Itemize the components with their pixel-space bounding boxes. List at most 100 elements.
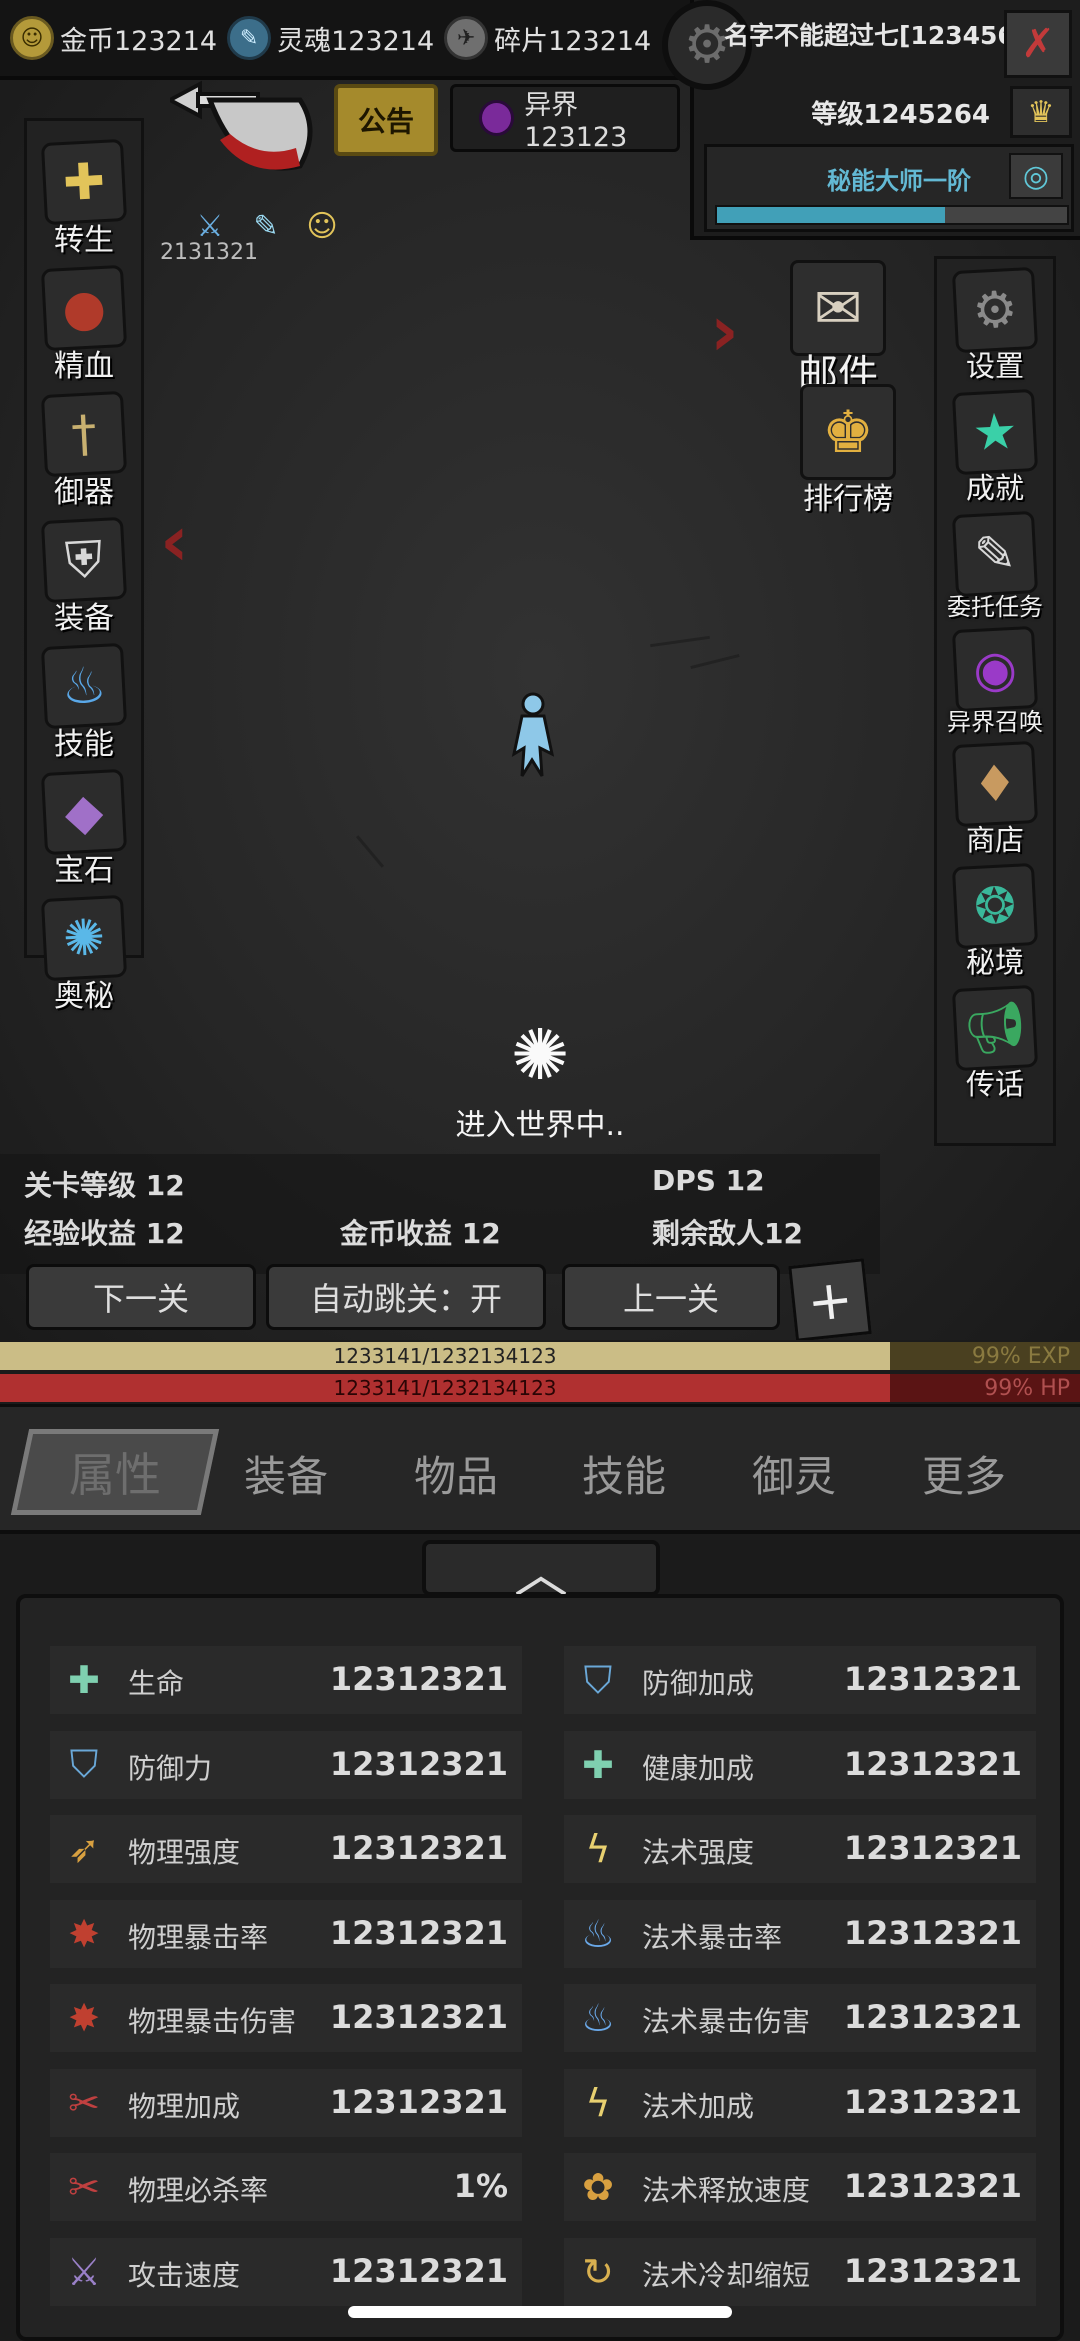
sword-icon: † [40, 390, 128, 478]
attribute-name: 健康加成 [642, 1751, 755, 1785]
attribute-name: 物理暴击率 [128, 1920, 269, 1954]
menu-skill[interactable]: ♨ 技能 [29, 642, 139, 763]
pvp-swords-icon[interactable]: ✗ [1004, 10, 1072, 78]
magic-crit-rate-icon: ♨ [580, 1911, 616, 1956]
attribute-row: ➶ 物理强度 12312321 [50, 1815, 522, 1883]
currency-gold-label: 金币123214 [60, 25, 218, 57]
attribute-row: ⚔ 攻击速度 12312321 [50, 2237, 522, 2306]
attribute-name: 法术释放速度 [642, 2174, 811, 2207]
attributes-panel: ✚ 生命 12312321 ⛉ 防御加成 12312321 ⛉ 防御力 12312321 ✚ 健康加… [16, 1594, 1064, 2341]
portal-vortex-icon: ◉ [951, 625, 1039, 713]
attribute-value: 12312321 [329, 1829, 508, 1867]
menu-realm[interactable]: ❂ 秘境 [940, 862, 1050, 981]
currency-fragment: ✈ 碎片123214 [444, 16, 651, 60]
rank-row[interactable]: 秘能大师一阶 ◎ [704, 144, 1074, 232]
currency-bar: ☺ 金币123214 ✎ 灵魂123214 ✈ 碎片123214 [0, 0, 690, 80]
crown-icon[interactable]: ♛ [1010, 86, 1072, 138]
menu-summon[interactable]: ◉ 异界召唤 [940, 625, 1050, 737]
attribute-name: 物理暴击伤害 [128, 2005, 297, 2038]
attribute-value: 12312321 [843, 2082, 1022, 2121]
right-menu: ⚙ 设置 ★ 成就 ✎ 委托任务 ◉ 异界召唤 ♦ 商店 ❂ 秘境 📢︎ 传话 [934, 256, 1056, 1146]
leaderboard-button[interactable]: ♚ 排行榜 [800, 384, 896, 518]
axe-icon [170, 80, 313, 171]
rank-progress-bar [715, 205, 1069, 225]
currency-fragment-label: 碎片123214 [494, 25, 652, 57]
currency-gold: ☺ 金币123214 [10, 16, 217, 60]
attribute-value: 12312321 [329, 2251, 508, 2290]
attribute-name: 物理必杀率 [128, 2174, 269, 2207]
attribute-row: ✸ 物理暴击率 12312321 [50, 1899, 522, 1968]
tab-equipment[interactable]: 装备 [244, 1443, 328, 1504]
tab-attributes[interactable]: 属性 [10, 1429, 220, 1515]
tab-spirit[interactable]: 御灵 [752, 1443, 836, 1504]
armor-icon: ⛨ [40, 516, 128, 604]
tab-skills[interactable]: 技能 [582, 1443, 666, 1504]
exp-bar-percent: 99% EXP [971, 1344, 1070, 1369]
scroll-left-arrow-icon[interactable]: ‹ [160, 500, 189, 582]
attribute-name: 生命 [128, 1667, 185, 1700]
attribute-name: 防御力 [128, 1751, 213, 1785]
attribute-value: 12312321 [329, 1998, 508, 2036]
attribute-row: ✸ 物理暴击伤害 12312321 [50, 1984, 522, 2052]
attribute-name: 法术加成 [642, 2089, 755, 2123]
attribute-value: 12312321 [843, 1660, 1022, 1698]
plus-icon[interactable]: + [788, 1258, 872, 1340]
menu-settings[interactable]: ⚙ 设置 [940, 266, 1050, 385]
scroll-icon: ✎ [951, 510, 1039, 598]
stage-level: 关卡等级 12 [24, 1169, 185, 1202]
attribute-name: 防御加成 [642, 1667, 755, 1700]
attribute-row: ϟ 法术加成 12312321 [564, 2068, 1036, 2137]
menu-rebirth[interactable]: ✚ 转生 [29, 138, 139, 259]
attribute-value: 12312321 [843, 2167, 1022, 2205]
attribute-name: 攻击速度 [128, 2258, 241, 2292]
attribute-value: 12312321 [329, 1660, 508, 1698]
physical-kill-rate-icon: ✂ [68, 2165, 100, 2209]
notice-button[interactable]: 公告 [334, 84, 438, 156]
player-name: 名字不能超过七[123456] [724, 21, 1027, 50]
menu-equipment[interactable]: ⛨ 装备 [29, 516, 139, 637]
loading-text: 进入世界中.. [455, 1108, 625, 1143]
arcane-swirl-icon: ✺ [40, 894, 128, 982]
menu-commission[interactable]: ✎ 委托任务 [940, 510, 1050, 622]
tab-items[interactable]: 物品 [414, 1443, 498, 1504]
home-indicator[interactable] [348, 2306, 732, 2318]
physical-crit-rate-icon: ✸ [68, 1911, 100, 1956]
auto-skip-button[interactable]: 自动跳关：开 [266, 1264, 546, 1330]
next-stage-button[interactable]: 下一关 [26, 1264, 256, 1330]
exp-gain: 经验收益 12 [24, 1217, 185, 1250]
mail-button[interactable]: ✉ 邮件 [790, 260, 886, 400]
menu-shop[interactable]: ♦ 商店 [940, 740, 1050, 859]
tab-more[interactable]: 更多 [922, 1443, 1006, 1504]
left-menu: ✚ 转生 ● 精血 † 御器 ⛨ 装备 ♨ 技能 ◆ 宝石 ✺ 奥秘 [24, 118, 144, 1014]
coin-buff-icon[interactable]: ☺ [302, 206, 342, 246]
collapse-chevron-up-icon[interactable]: ︿ [422, 1540, 660, 1605]
attribute-name: 物理强度 [128, 1836, 241, 1869]
enemies-left: 剩余敌人12 [652, 1217, 803, 1250]
otherworld-currency[interactable]: 异界123123 [450, 84, 680, 153]
attribute-name: 物理加成 [128, 2089, 241, 2123]
hp-bar: 1233141/1232134123 99% HP [0, 1374, 1080, 1402]
attribute-row: ⛉ 防御加成 12312321 [564, 1646, 1036, 1714]
menu-arcane[interactable]: ✺ 奥秘 [29, 894, 139, 1015]
attribute-value: 12312321 [843, 1744, 1022, 1783]
attribute-row: ♨ 法术暴击伤害 12312321 [564, 1984, 1036, 2052]
rebirth-cross-icon: ✚ [40, 138, 128, 226]
menu-achievement[interactable]: ★ 成就 [940, 388, 1050, 507]
menu-essence[interactable]: ● 精血 [29, 264, 139, 385]
essence-meat-icon: ● [40, 264, 128, 352]
scroll-right-arrow-icon[interactable]: › [710, 290, 739, 372]
attribute-name: 法术冷却缩短 [642, 2258, 811, 2292]
cast-speed-icon: ✿ [582, 2165, 614, 2209]
attribute-row: ✚ 健康加成 12312321 [564, 1730, 1036, 1799]
attribute-row: ⛉ 防御力 12312321 [50, 1730, 522, 1799]
attribute-row: ♨ 法术暴击率 12312321 [564, 1899, 1036, 1968]
player-panel[interactable]: ⚙ 名字不能超过七[123456] ✗ 等级1245264 ♛ 秘能大师一阶 ◎ [662, 0, 1080, 240]
currency-soul-label: 灵魂123214 [277, 25, 435, 57]
attribute-value: 12312321 [329, 2082, 508, 2121]
prev-stage-button[interactable]: 上一关 [562, 1264, 780, 1330]
trophy-icon: ♚ [800, 384, 896, 480]
menu-weapon[interactable]: † 御器 [29, 390, 139, 511]
attack-speed-icon: ⚔ [66, 2249, 102, 2294]
attribute-name: 法术暴击伤害 [642, 2005, 811, 2038]
menu-gem[interactable]: ◆ 宝石 [29, 768, 139, 889]
